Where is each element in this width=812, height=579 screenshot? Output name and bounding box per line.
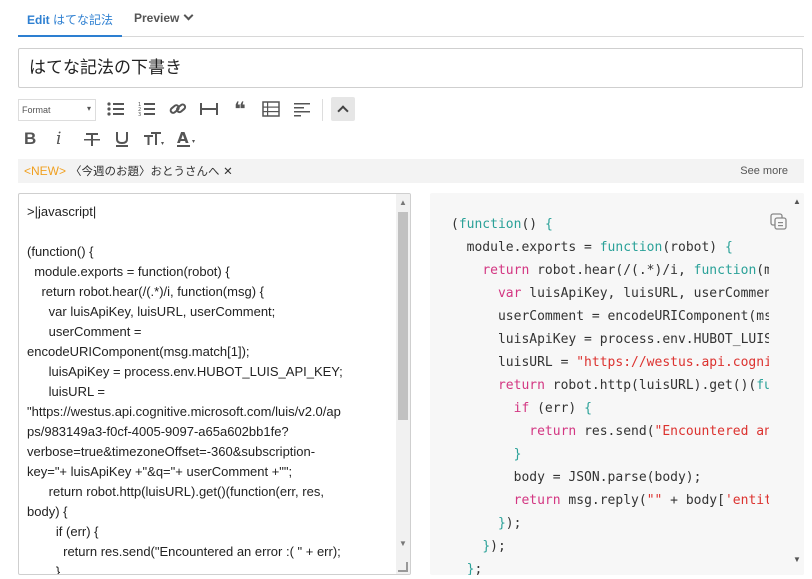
preview-line: if (err) {	[513, 401, 592, 416]
svg-text:▾: ▾	[161, 140, 164, 147]
svg-text:A: A	[177, 129, 189, 147]
bulleted-list-icon[interactable]	[104, 97, 128, 121]
more-icon[interactable]	[290, 97, 314, 121]
scroll-up-icon[interactable]: ▲	[399, 198, 407, 207]
chevron-up-icon[interactable]	[331, 97, 355, 121]
link-icon[interactable]	[166, 97, 190, 121]
scroll-down-icon[interactable]: ▼	[793, 555, 801, 564]
editor-line: encodeURIComponent(msg.match[1]);	[27, 344, 250, 359]
editor-line: return robot.http(luisURL).get()(functio…	[27, 484, 324, 499]
underline-icon[interactable]	[114, 127, 130, 151]
preview-line: luisApiKey = process.env.HUBOT_LUIS_API_…	[497, 332, 769, 347]
editor-line: }	[27, 564, 61, 575]
bold-icon[interactable]: B	[24, 127, 36, 151]
close-icon[interactable]: ✕	[223, 164, 233, 178]
svg-text:3: 3	[138, 112, 141, 117]
news-banner: <NEW> 〈今週のお題〉おとうさんへ ✕ See more	[18, 159, 804, 183]
preview-line: }	[513, 447, 522, 462]
editor-line: userComment =	[27, 324, 142, 339]
tab-edit-label: Edit	[26, 13, 50, 27]
editor-line: key="+ luisApiKey +"&q="+ userComment +"…	[27, 464, 293, 479]
editor-line: var luisApiKey, luisURL, userComment;	[27, 304, 276, 319]
font-color-icon[interactable]: A ▾	[176, 127, 198, 151]
editor-line: verbose=true&timezoneOffset=-360&subscri…	[27, 444, 316, 459]
scroll-down-icon[interactable]: ▼	[399, 539, 407, 548]
preview-line: };	[466, 562, 483, 575]
preview-pane: (function() { module.exports = function(…	[430, 193, 804, 575]
horizontal-rule-icon[interactable]	[197, 97, 221, 121]
font-size-icon[interactable]: ▾	[143, 127, 165, 151]
numbered-list-icon[interactable]: 123	[135, 97, 159, 121]
copy-icon[interactable]	[770, 213, 787, 230]
editor-line: return res.send("Encountered an error :(…	[27, 544, 341, 559]
chevron-down-icon	[183, 10, 194, 21]
news-topic: 〈今週のお題〉おとうさんへ	[70, 164, 220, 178]
tab-edit[interactable]: Edit はてな記法	[18, 11, 122, 37]
preview-line: body = JSON.parse(body);	[451, 470, 702, 485]
editor-line: body) {	[27, 504, 68, 519]
preview-line: return res.send("Encountered an error :(…	[529, 424, 769, 439]
scrollbar-thumb[interactable]	[398, 212, 408, 420]
editor-line: (function() {	[27, 244, 94, 259]
preview-line: module.exports = function(robot) {	[451, 240, 733, 255]
preview-line: luisURL = "https://westus.api.cognitive.…	[451, 355, 769, 370]
editor-line: >|javascript|	[27, 204, 97, 219]
title-input[interactable]: はてな記法の下書き	[18, 48, 803, 88]
preview-line: return robot.http(luisURL).get()(functio…	[497, 378, 769, 393]
tab-preview[interactable]: Preview	[134, 10, 194, 37]
see-more-link[interactable]: See more	[740, 159, 788, 183]
table-icon[interactable]	[259, 97, 283, 121]
preview-line: (function() {	[451, 217, 553, 232]
tab-preview-label: Preview	[134, 11, 180, 25]
editor-line: luisURL =	[27, 384, 105, 399]
news-link[interactable]: 〈今週のお題〉おとうさんへ ✕	[70, 159, 233, 183]
editor-textarea[interactable]: >|javascript| (function() { module.expor…	[18, 193, 411, 575]
preview-line: return robot.hear(/(.*)/i, function(msg)…	[482, 263, 769, 278]
tab-edit-syntax: はてな記法	[53, 13, 114, 27]
preview-line: });	[482, 539, 506, 554]
quote-icon[interactable]: ❝	[228, 97, 252, 121]
svg-text:▾: ▾	[192, 138, 195, 145]
editor-content[interactable]: >|javascript| (function() { module.expor…	[27, 202, 397, 575]
preview-line: return msg.reply("" + body['entities']);	[513, 493, 769, 508]
editor-line: ps/983149a3-f0cf-4005-9097-a65a602bb1fe?	[27, 424, 289, 439]
scroll-up-icon[interactable]: ▲	[793, 197, 801, 206]
editor-line: if (err) {	[27, 524, 99, 539]
preview-line: var luisApiKey, luisURL, userComment;	[497, 286, 769, 301]
resize-handle-icon[interactable]	[398, 562, 408, 572]
format-select[interactable]: Format	[18, 99, 96, 121]
preview-line: });	[497, 516, 522, 531]
preview-line: userComment = encodeURIComponent(msg.mat…	[497, 309, 769, 324]
preview-code: (function() { module.exports = function(…	[451, 213, 769, 575]
editor-line: luisApiKey = process.env.HUBOT_LUIS_API_…	[27, 364, 343, 379]
editor-tabs: Edit はてな記法 Preview	[18, 0, 804, 37]
italic-icon[interactable]: i	[56, 127, 61, 151]
new-badge: <NEW>	[24, 164, 67, 178]
preview-scrollbar[interactable]: ▲ ▼	[790, 193, 804, 575]
toolbar-divider	[322, 99, 323, 121]
editor-line: module.exports = function(robot) {	[27, 264, 230, 279]
editor-scrollbar[interactable]: ▲ ▼	[396, 194, 410, 574]
editor-line: return robot.hear(/(.*)/i, function(msg)…	[27, 284, 264, 299]
editor-line: "https://westus.api.cognitive.microsoft.…	[27, 404, 341, 419]
strikethrough-icon[interactable]	[83, 127, 101, 151]
